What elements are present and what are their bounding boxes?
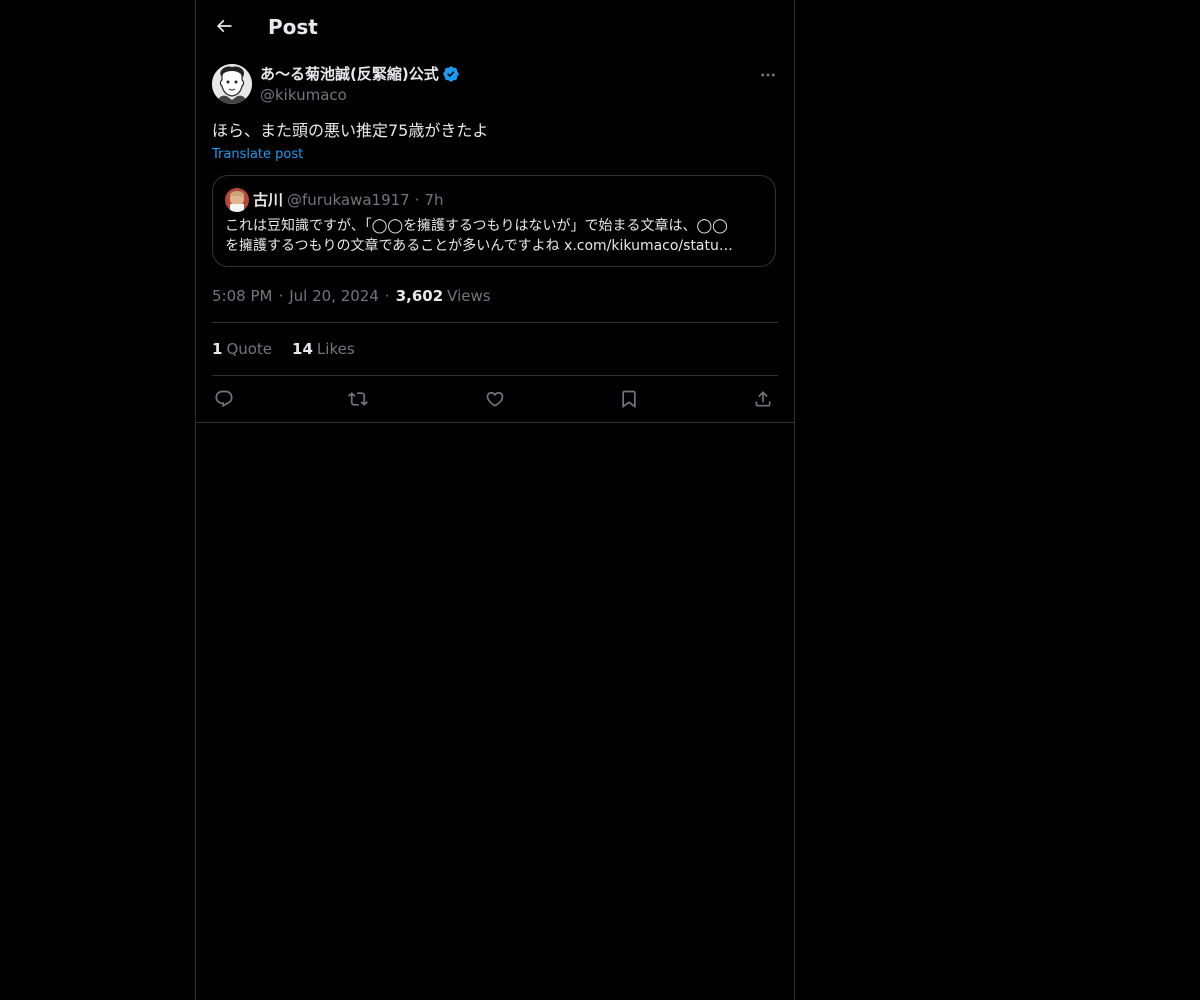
reply-button[interactable]: [212, 387, 236, 411]
quoted-author-avatar: [225, 188, 249, 212]
likes-count: 14: [292, 340, 313, 358]
arrow-left-icon: [214, 16, 234, 36]
quoted-author-handle: @furukawa1917: [287, 191, 410, 209]
timestamp-separator: ·: [278, 287, 284, 305]
likes-label: Likes: [316, 340, 355, 358]
engagement-stats: 1 Quote 14 Likes: [212, 339, 375, 359]
quoted-meta-row: 古川 @furukawa1917 · 7h: [253, 190, 444, 210]
quotes-count: 1: [212, 340, 223, 358]
quotes-label: Quote: [226, 340, 273, 358]
views-count: 3,602: [395, 287, 444, 305]
author-name-row[interactable]: あ〜る菊池誠(反緊縮)公式: [260, 64, 460, 84]
repost-icon: [348, 389, 368, 409]
verified-badge-icon[interactable]: [442, 65, 460, 83]
author-handle[interactable]: @kikumaco: [260, 85, 347, 105]
repost-button[interactable]: [346, 387, 370, 411]
like-button[interactable]: [483, 387, 507, 411]
action-bar: [212, 387, 778, 411]
quoted-text-line: を擁護するつもりの文章であることが多いんですよね x.com/kikumaco/…: [225, 238, 733, 254]
post-time[interactable]: 5:08 PM: [212, 286, 272, 306]
author-display-name[interactable]: あ〜る菊池誠(反緊縮)公式: [260, 64, 439, 84]
page-title: Post: [268, 15, 318, 39]
quoted-text: これは豆知識ですが、「◯◯を擁護するつもりはないが」で始まる文章は、◯◯ を擁護…: [225, 216, 765, 256]
post-date[interactable]: Jul 20, 2024: [289, 286, 379, 306]
views-label: Views: [447, 287, 491, 305]
more-horizontal-icon: [759, 66, 777, 84]
post-text: ほら、また頭の悪い推定75歳がきたよ: [212, 121, 489, 140]
divider: [212, 322, 778, 323]
timestamp-separator: ·: [384, 287, 390, 305]
post-bottom-border: [196, 422, 794, 423]
share-button[interactable]: [751, 387, 775, 411]
quoted-separator: ·: [414, 191, 420, 209]
translate-post-link[interactable]: Translate post: [212, 146, 303, 164]
like-icon: [485, 389, 505, 409]
more-options-button[interactable]: [758, 65, 778, 85]
avatar[interactable]: [212, 64, 252, 104]
quoted-time: 7h: [424, 191, 444, 209]
page-header: Post: [196, 0, 794, 53]
primary-column: Post あ〜る菊池誠(反緊縮)公式 @kikumaco ほら、また頭の悪い推定…: [195, 0, 795, 1000]
reply-icon: [214, 389, 234, 409]
back-button[interactable]: [212, 14, 236, 38]
share-icon: [753, 389, 773, 409]
quoted-post-card[interactable]: 古川 @furukawa1917 · 7h これは豆知識ですが、「◯◯を擁護する…: [212, 175, 776, 267]
divider: [212, 375, 778, 376]
quotes-stat[interactable]: 1 Quote: [212, 339, 272, 359]
post-timestamp-row: 5:08 PM · Jul 20, 2024 · 3,602 Views: [212, 286, 491, 306]
likes-stat[interactable]: 14 Likes: [292, 339, 355, 359]
bookmark-button[interactable]: [617, 387, 641, 411]
quoted-text-line: これは豆知識ですが、「◯◯を擁護するつもりはないが」で始まる文章は、◯◯: [225, 218, 728, 234]
bookmark-icon: [619, 389, 639, 409]
quoted-author-name: 古川: [253, 191, 284, 209]
